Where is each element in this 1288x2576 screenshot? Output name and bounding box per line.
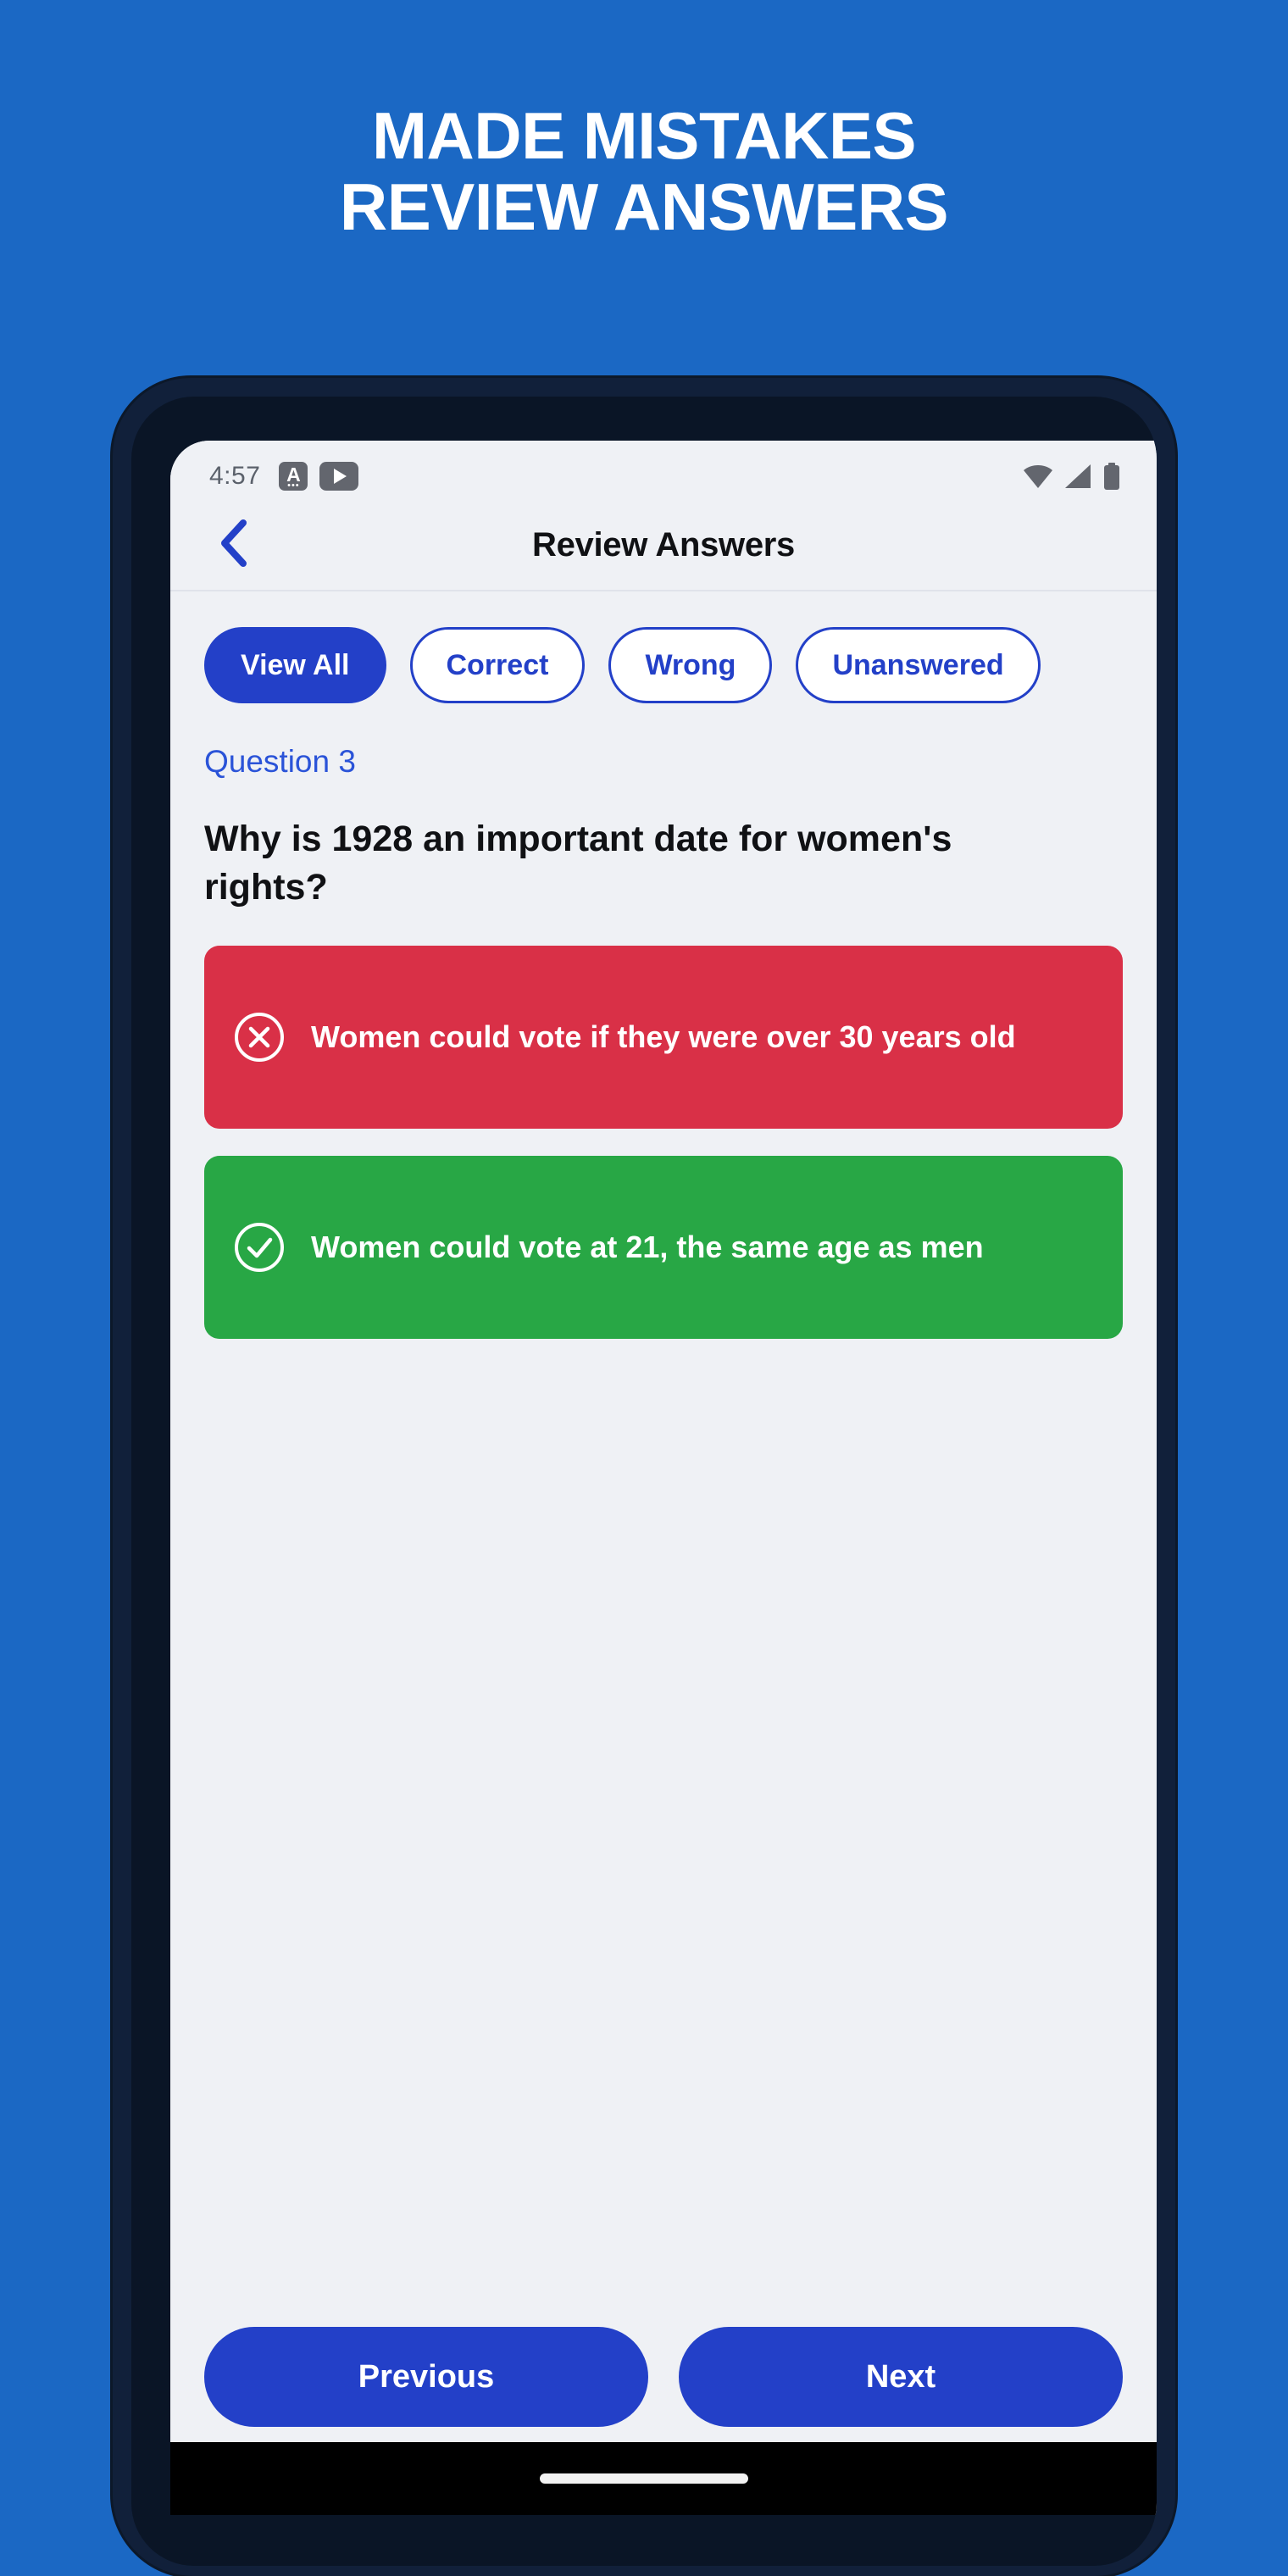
circle-check-icon: [233, 1221, 286, 1274]
cellular-signal-icon: [1063, 464, 1092, 489]
status-bar-left-icons: A •••: [279, 462, 359, 491]
battery-icon: [1102, 463, 1121, 490]
home-indicator[interactable]: [540, 2473, 748, 2484]
question-text: Why is 1928 an important date for women'…: [204, 819, 952, 908]
promo-headline-line-2: REVIEW ANSWERS: [339, 169, 949, 245]
question-nav-bar: Previous Next: [170, 2327, 1157, 2427]
phone-bezel: 4:57 A ••• Review Answers View All Corre…: [131, 397, 1157, 2566]
question-number: Question 3: [204, 744, 356, 779]
next-button[interactable]: Next: [679, 2327, 1123, 2427]
filter-chip-view-all[interactable]: View All: [204, 627, 386, 703]
answer-option-text: Women could vote if they were over 30 ye…: [311, 1019, 1016, 1054]
device-screen: 4:57 A ••• Review Answers View All Corre…: [170, 441, 1157, 2515]
status-bar-time: 4:57: [209, 462, 261, 490]
status-bar-right-icons: [1023, 463, 1121, 490]
filter-chip-unanswered[interactable]: Unanswered: [796, 627, 1041, 703]
app-header: Review Answers: [170, 500, 1157, 591]
chevron-left-icon: [216, 519, 252, 572]
phone-frame: 4:57 A ••• Review Answers View All Corre…: [113, 378, 1175, 2576]
circle-x-icon: [233, 1011, 286, 1063]
answer-option-correct[interactable]: Women could vote at 21, the same age as …: [204, 1155, 1123, 1339]
status-bar: 4:57 A •••: [170, 441, 1157, 500]
question-body: Question 3 Why is 1928 an important date…: [170, 744, 1157, 1339]
video-play-icon: [319, 462, 359, 491]
text-badge-icon: A •••: [279, 462, 308, 491]
filter-chip-wrong[interactable]: Wrong: [608, 627, 773, 703]
previous-button[interactable]: Previous: [204, 2327, 648, 2427]
answer-option-wrong[interactable]: Women could vote if they were over 30 ye…: [204, 945, 1123, 1129]
filter-chip-row: View All Correct Wrong Unanswered: [170, 591, 1157, 703]
page-title: Review Answers: [531, 525, 796, 564]
promo-headline: MADE MISTAKES REVIEW ANSWERS: [0, 98, 1288, 245]
answer-option-text: Women could vote at 21, the same age as …: [311, 1229, 984, 1264]
back-button[interactable]: [203, 514, 265, 576]
promo-headline-line-1: MADE MISTAKES: [371, 98, 917, 173]
answer-list: Women could vote if they were over 30 ye…: [204, 945, 1123, 1339]
wifi-icon: [1023, 464, 1053, 489]
filter-chip-correct[interactable]: Correct: [409, 627, 586, 703]
system-navigation-bar: [170, 2442, 1157, 2515]
